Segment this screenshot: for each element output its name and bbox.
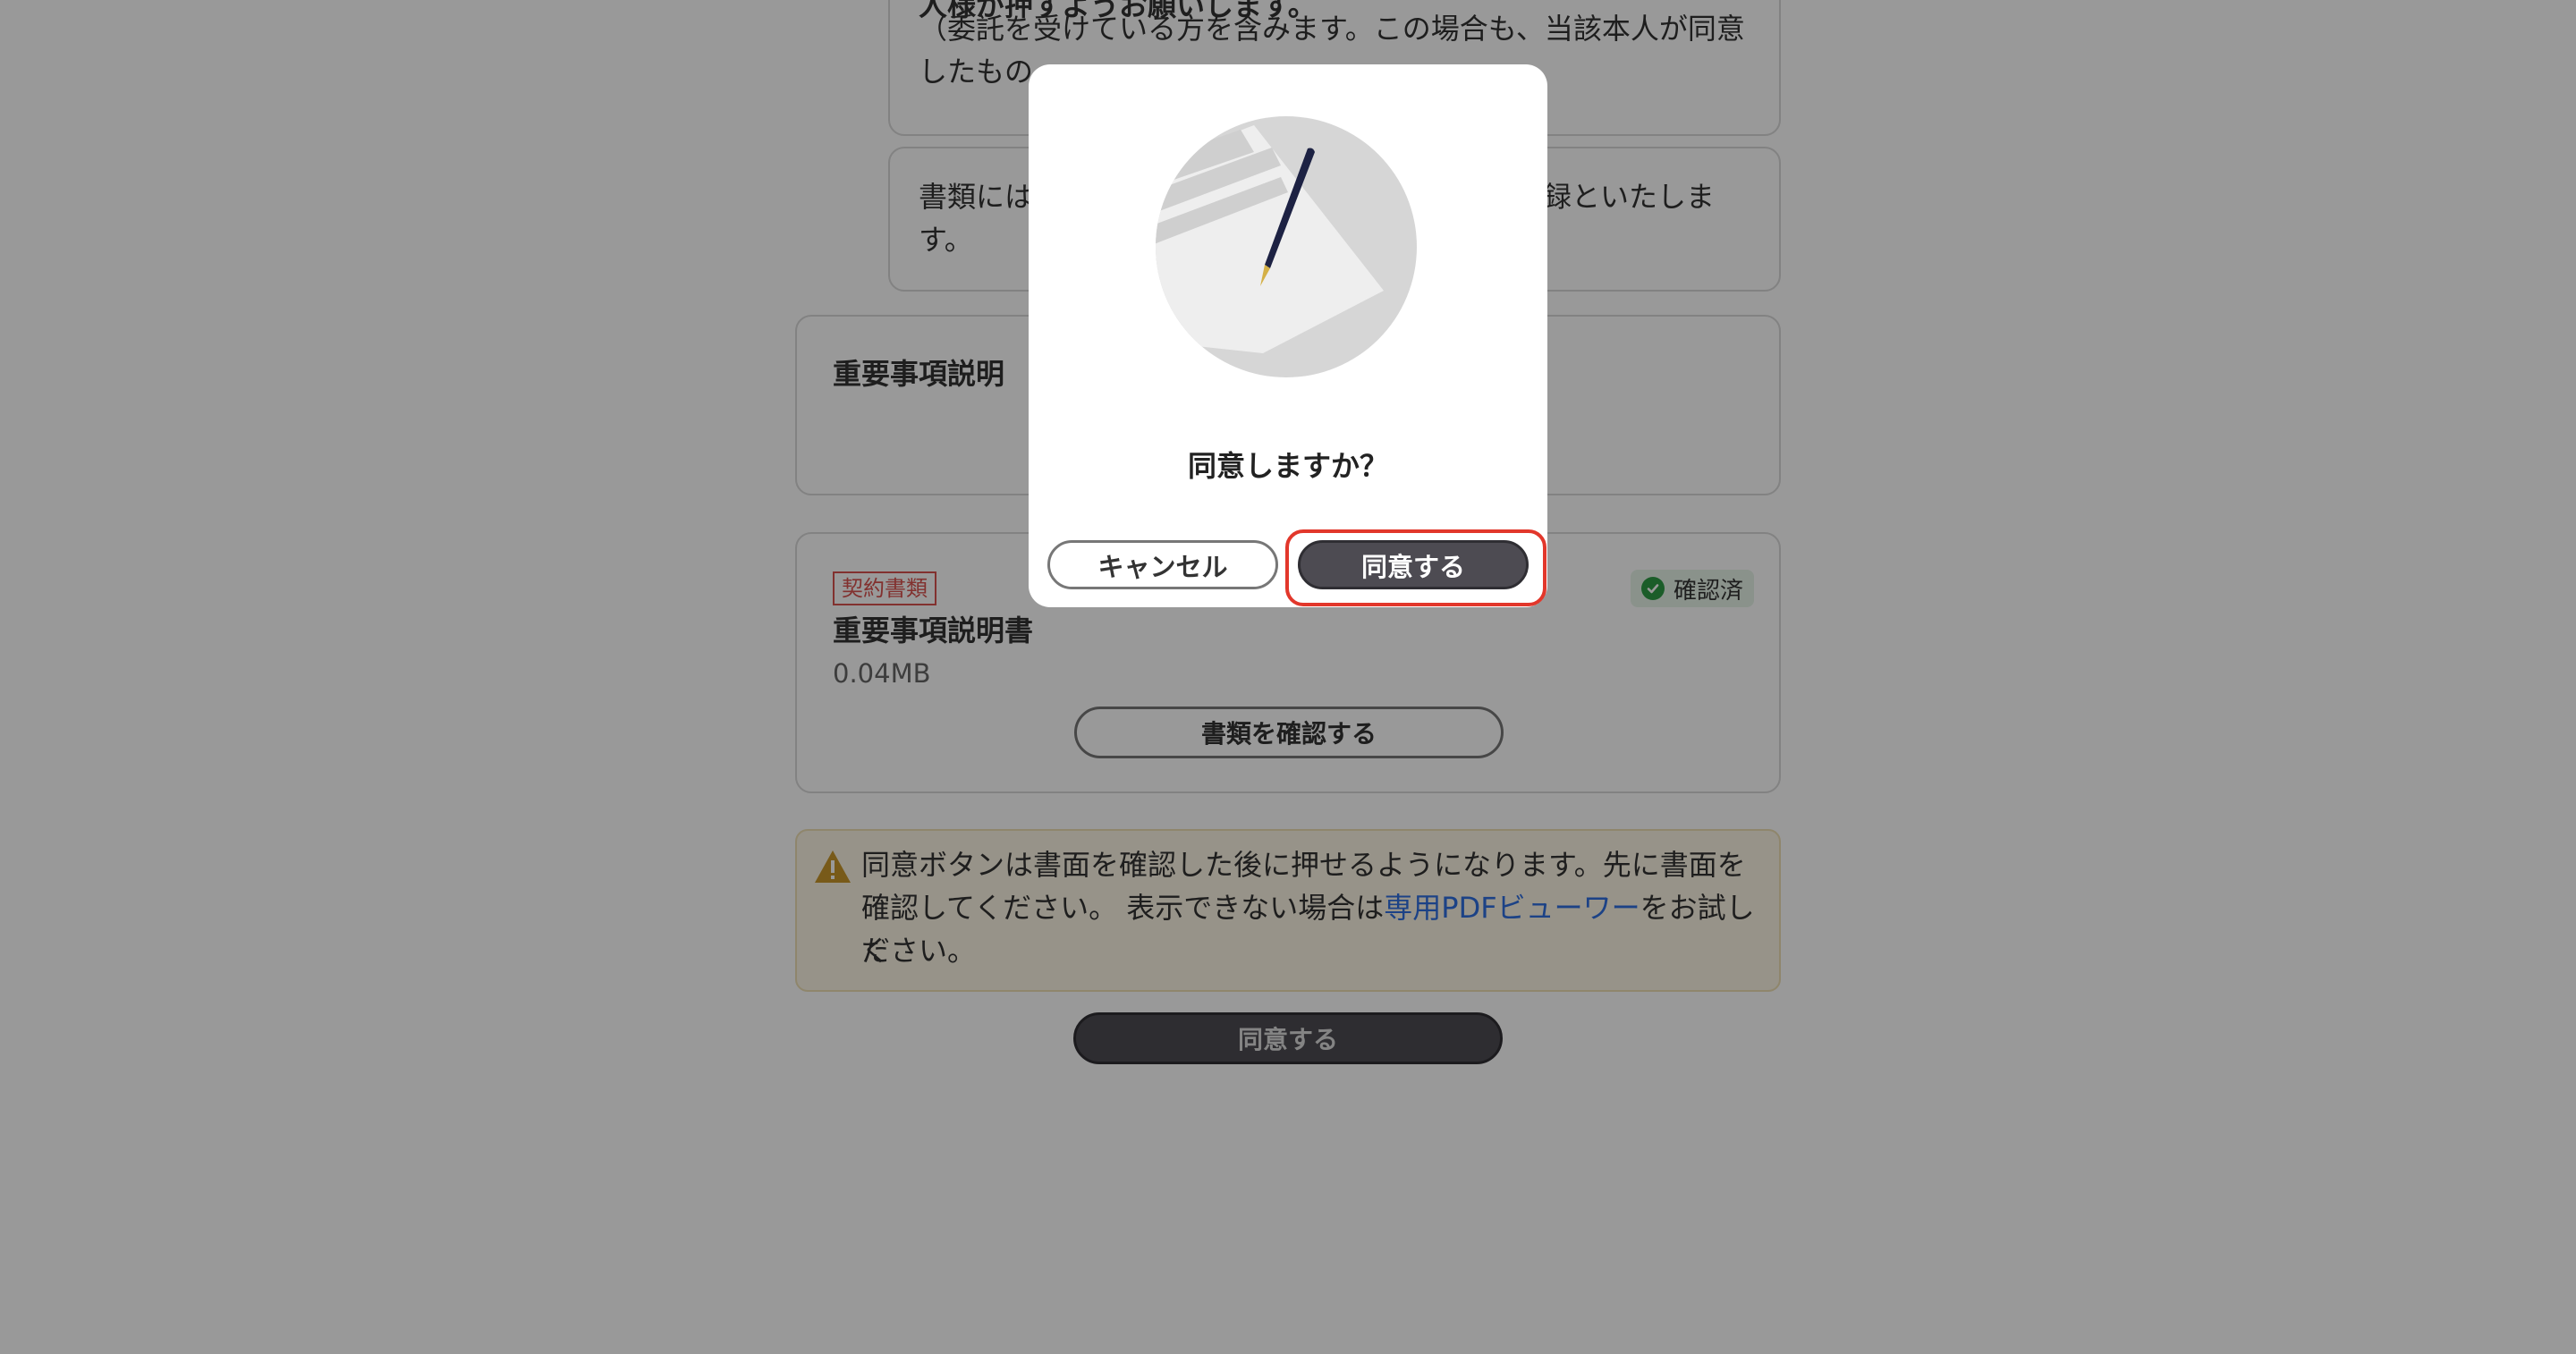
consent-dialog: 同意しますか？ キャンセル 同意する	[1029, 64, 1547, 607]
dialog-question: 同意しますか？	[1187, 449, 1388, 483]
cancel-button[interactable]: キャンセル	[1047, 540, 1278, 589]
agree-button-highlight	[1285, 529, 1546, 606]
document-pen-icon	[1156, 116, 1417, 377]
